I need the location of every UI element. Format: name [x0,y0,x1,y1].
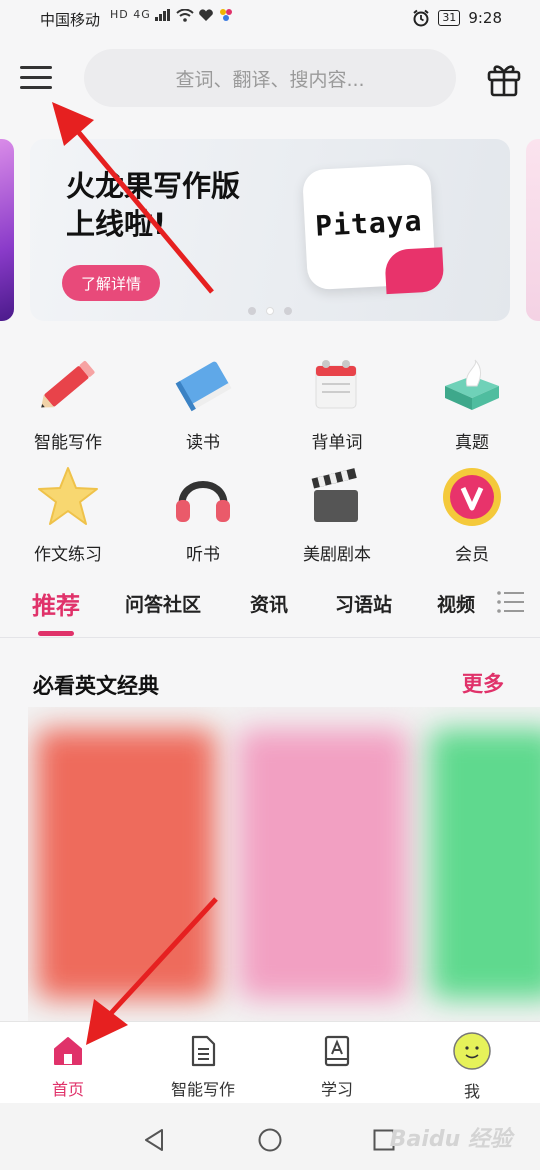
nav-label: 首页 [51,1080,84,1099]
active-tab-indicator [38,631,74,636]
battery-indicator: 31 [438,10,461,26]
carrier-name: 中国移动 [40,11,101,29]
banner-previous-peek[interactable] [0,139,14,321]
feature-essay-practice[interactable]: 作文练习 [8,464,128,565]
feature-label: 会员 [455,545,489,565]
nav-smart-writing[interactable]: 智能写作 [143,1034,263,1100]
search-placeholder: 查词、翻译、搜内容... [175,68,365,91]
search-input[interactable]: 查词、翻译、搜内容... [84,49,456,107]
calendar-icon [302,352,372,418]
banner-next-peek[interactable] [526,139,540,321]
nav-home[interactable]: 首页 [8,1034,128,1100]
feature-membership[interactable]: 会员 [412,464,532,565]
feature-smart-writing[interactable]: 智能写作 [8,352,128,453]
feature-label: 作文练习 [34,545,102,565]
signal-icon [155,9,171,21]
home-icon [51,1034,85,1068]
feature-label: 听书 [186,545,220,565]
tab-list-icon[interactable] [496,590,526,614]
feature-vocabulary[interactable]: 背单词 [277,352,397,453]
feature-label: 智能写作 [34,433,102,453]
banner-slide[interactable]: 火龙果写作版 上线啦! 了解详情 Pitaya [30,139,510,321]
network-badges: HD 4G [110,8,233,22]
vip-medal-icon [437,464,507,530]
nav-label: 学习 [320,1080,353,1099]
status-right: 31 9:28 [412,9,502,27]
more-link[interactable]: 更多 [462,668,504,698]
study-book-icon [320,1034,354,1068]
feature-audiobooks[interactable]: 听书 [143,464,263,565]
network-badge-text: HD 4G [110,8,151,21]
menu-icon[interactable] [20,66,52,92]
carousel-dot [284,307,292,315]
app-notification-icon [219,9,232,21]
book-cover[interactable] [36,729,216,999]
tissue-box-icon [437,352,507,418]
pencil-icon [33,352,103,418]
banner-learn-more-button[interactable]: 了解详情 [62,265,160,301]
wifi-icon [176,8,194,22]
tab-video[interactable]: 视频 [437,590,475,617]
banner-title: 火龙果写作版 上线啦! [66,169,241,241]
clapperboard-icon [302,464,372,530]
feature-reading[interactable]: 读书 [143,352,263,453]
section-title: 必看英文经典 [33,674,159,698]
tab-qa-community[interactable]: 问答社区 [125,590,201,617]
tab-idioms[interactable]: 习语站 [335,590,392,617]
nav-study[interactable]: 学习 [277,1034,397,1100]
banner-carousel[interactable]: 火龙果写作版 上线啦! 了解详情 Pitaya [0,135,540,325]
top-header: 查词、翻译、搜内容... [0,44,540,114]
carousel-dot [248,307,256,315]
nav-label: 我 [463,1082,480,1101]
heart-rate-icon [199,8,214,21]
home-circle-icon[interactable] [258,1128,282,1152]
star-icon [33,464,103,530]
pitaya-logo: Pitaya [301,163,445,295]
book-cover[interactable] [430,729,540,999]
status-bar: 中国移动 HD 4G 31 9:28 [0,0,540,38]
feature-drama-scripts[interactable]: 美剧剧本 [277,464,397,565]
avatar-icon [453,1032,491,1070]
pitaya-logo-pen-mark [384,247,445,295]
content-tabs: 推荐 问答社区 资讯 习语站 视频 [0,582,540,638]
nav-label: 智能写作 [170,1080,235,1099]
carousel-indicator [248,307,292,315]
alarm-icon [413,9,429,27]
headphones-icon [168,464,238,530]
pitaya-logo-text: Pitaya [314,204,424,243]
book-carousel[interactable] [28,707,540,1021]
book-icon [168,352,238,418]
tab-recommended[interactable]: 推荐 [32,586,80,621]
carousel-dot-active [266,307,274,315]
feature-label: 美剧剧本 [303,545,371,565]
clock: 9:28 [468,9,502,27]
tab-news[interactable]: 资讯 [250,590,288,617]
feature-exam-questions[interactable]: 真题 [412,352,532,453]
feature-label: 读书 [186,433,220,453]
watermark: Baidu 经验 [389,1127,512,1152]
bottom-navigation: 首页 智能写作 学习 我 [0,1021,540,1103]
gift-icon[interactable] [484,59,524,99]
nav-me[interactable]: 我 [412,1032,532,1102]
back-icon[interactable] [143,1128,165,1152]
feature-label: 真题 [455,433,489,453]
book-cover[interactable] [238,729,408,999]
system-navigation-bar: Baidu 经验 [0,1103,540,1170]
feature-label: 背单词 [311,433,363,453]
document-icon [186,1034,220,1068]
